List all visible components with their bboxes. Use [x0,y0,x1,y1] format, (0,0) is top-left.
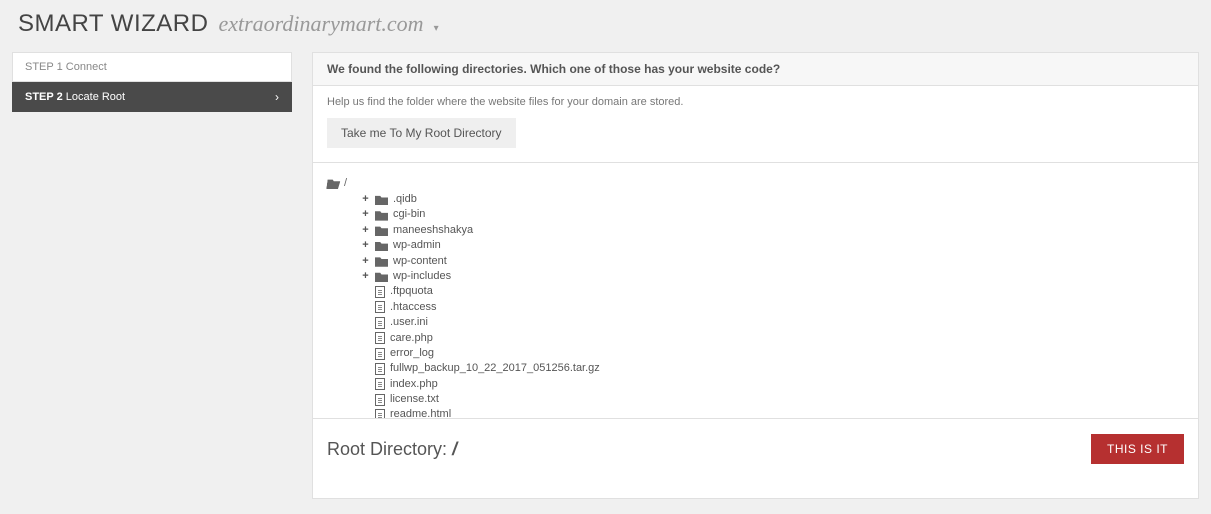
tree-item-label: fullwp_backup_10_22_2017_051256.tar.gz [390,361,600,376]
file-icon [375,348,385,360]
tree-item-label: wp-admin [393,238,441,253]
folder-icon [375,194,388,205]
tree-folder-row[interactable]: + maneeshshakya [361,223,1184,238]
tree-file-row[interactable]: +readme.html [361,407,1184,419]
tree-file-row[interactable]: +.htaccess [361,300,1184,315]
file-icon [375,378,385,390]
file-icon [375,394,385,406]
tree-root-label: / [344,177,347,189]
tree-file-row[interactable]: +care.php [361,331,1184,346]
directory-tree[interactable]: / +.qidb+cgi-bin+maneeshshakya+wp-admin+… [312,163,1199,419]
expand-icon[interactable]: + [361,207,370,222]
header: SMART WIZARD extraordinarymart.com ▾ [0,0,1211,52]
folder-icon [375,240,388,251]
tree-item-label: .htaccess [390,300,436,315]
tree-item-label: license.txt [390,392,439,407]
domain-caret-icon[interactable]: ▾ [434,23,439,34]
tree-file-row[interactable]: +license.txt [361,392,1184,407]
expand-icon[interactable]: + [361,269,370,284]
tree-file-row[interactable]: +.ftpquota [361,284,1184,299]
wizard-sidebar: STEP 1 Connect STEP 2 Locate Root › [12,52,292,499]
tree-item-label: cgi-bin [393,207,425,222]
tree-item-label: .ftpquota [390,284,433,299]
app-title: SMART WIZARD [18,10,208,38]
expand-icon[interactable]: + [361,192,370,207]
step-connect[interactable]: STEP 1 Connect [12,52,292,82]
step-locate-root[interactable]: STEP 2 Locate Root › [12,82,292,112]
tree-item-label: .user.ini [390,315,428,330]
file-icon [375,332,385,344]
expand-icon[interactable]: + [361,238,370,253]
tree-file-row[interactable]: +index.php [361,377,1184,392]
tree-folder-row[interactable]: + cgi-bin [361,207,1184,222]
tree-item-label: wp-includes [393,269,451,284]
tree-item-label: .qidb [393,192,417,207]
tree-folder-row[interactable]: + wp-includes [361,269,1184,284]
folder-open-icon [326,178,341,189]
folder-icon [375,256,388,267]
file-icon [375,286,385,298]
root-directory-path: / [452,439,457,459]
folder-icon [375,271,388,282]
tree-item-label: index.php [390,377,438,392]
chevron-right-icon: › [275,90,279,104]
tree-item-label: care.php [390,331,433,346]
tree-file-row[interactable]: +fullwp_backup_10_22_2017_051256.tar.gz [361,361,1184,376]
tree-file-row[interactable]: +error_log [361,346,1184,361]
tree-item-label: error_log [390,346,434,361]
expand-icon[interactable]: + [361,223,370,238]
tree-file-row[interactable]: +.user.ini [361,315,1184,330]
tree-root-row[interactable]: / [327,177,1184,189]
file-icon [375,363,385,375]
help-text: Help us find the folder where the websit… [327,96,1184,108]
content-area: We found the following directories. Whic… [312,52,1199,499]
file-icon [375,301,385,313]
take-me-root-button[interactable]: Take me To My Root Directory [327,118,516,148]
folder-icon [375,210,388,221]
footer-panel: Root Directory: / THIS IS IT [312,419,1199,499]
tree-folder-row[interactable]: + wp-content [361,254,1184,269]
tree-item-label: maneeshshakya [393,223,473,238]
root-directory-label: Root Directory: / [327,439,457,460]
confirm-root-button[interactable]: THIS IS IT [1091,434,1184,464]
domain-label: extraordinarymart.com [218,11,423,37]
file-icon [375,409,385,419]
tree-folder-row[interactable]: + wp-admin [361,238,1184,253]
expand-icon[interactable]: + [361,254,370,269]
file-icon [375,317,385,329]
tree-item-label: wp-content [393,254,447,269]
panel-heading: We found the following directories. Whic… [312,52,1199,85]
tree-folder-row[interactable]: + .qidb [361,192,1184,207]
panel-body: Help us find the folder where the websit… [312,85,1199,163]
folder-icon [375,225,388,236]
tree-item-label: readme.html [390,407,451,419]
